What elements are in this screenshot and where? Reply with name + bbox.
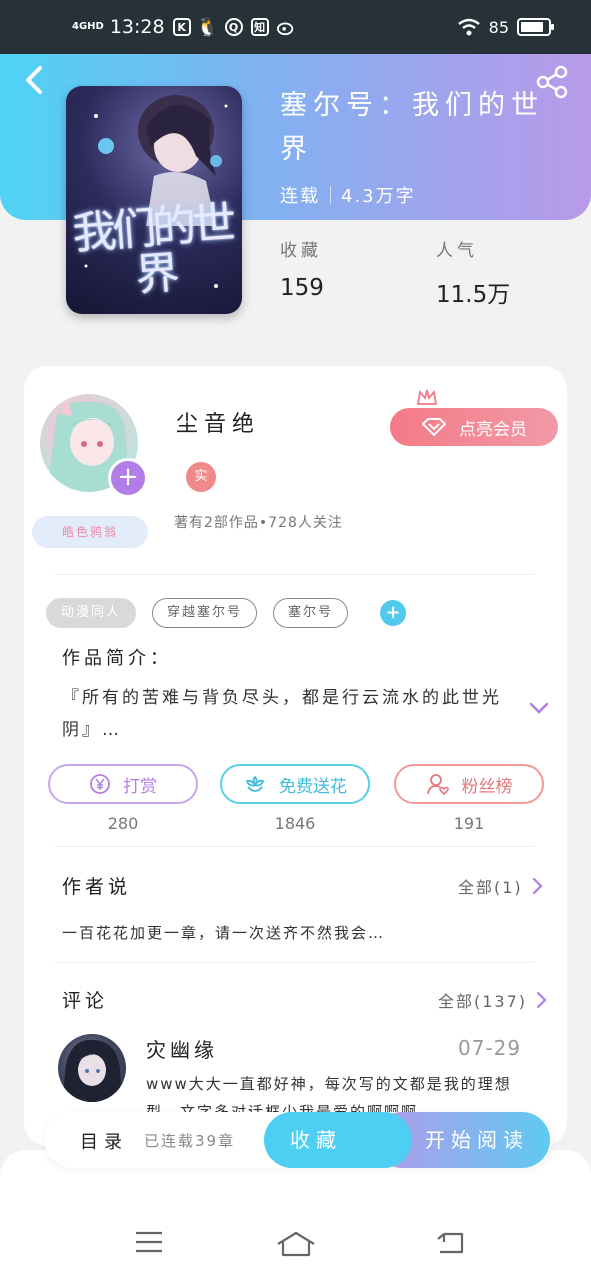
crown-icon	[416, 389, 438, 405]
stat-popularity: 人气 11.5万	[436, 241, 511, 308]
tag-item[interactable]: 动漫同人	[46, 598, 137, 628]
notification-icon-q: Q	[224, 18, 243, 36]
comment-date: 07-29	[458, 1036, 522, 1060]
avatar-frame-badge: 皓色鸦翁	[32, 516, 148, 548]
chevron-right-icon	[536, 991, 547, 1009]
reward-count: 280	[107, 814, 139, 833]
reward-button[interactable]: 打赏 280	[48, 764, 198, 833]
word-count: 4.3万字	[341, 186, 416, 207]
divider	[54, 846, 534, 847]
wifi-icon	[457, 18, 480, 36]
author-summary: 著有2部作品•728人关注	[174, 515, 343, 531]
verified-badge: 实	[186, 462, 216, 492]
home-icon[interactable]	[276, 1230, 316, 1258]
commenter-avatar[interactable]	[58, 1034, 126, 1102]
add-to-shelf-button[interactable]: 收藏	[264, 1112, 412, 1168]
yen-coin-icon	[90, 774, 110, 794]
chapter-status: 已连载39章	[144, 1132, 236, 1150]
stat-favorites: 收藏 159	[280, 241, 324, 301]
system-nav-bar	[0, 1200, 591, 1280]
add-tag-button[interactable]: +	[380, 600, 407, 626]
fans-ranking-button[interactable]: 粉丝榜 191	[394, 764, 544, 833]
back-icon[interactable]	[22, 64, 48, 96]
chevron-down-icon[interactable]	[528, 700, 550, 716]
clock: 13:28	[109, 16, 165, 38]
intro-text: 『所有的苦难与背负尽头，都是行云流水的此世光阴』…	[62, 688, 502, 740]
send-flower-button[interactable]: 免费送花 1846	[220, 764, 370, 833]
flower-icon	[245, 775, 265, 792]
chevron-right-icon	[532, 877, 543, 895]
status-bar: 4GHD 13:28 K 🐧 Q 知 85	[0, 0, 591, 54]
tag-item[interactable]: 穿越塞尔号	[152, 598, 258, 628]
vip-button[interactable]: 点亮会员	[390, 408, 558, 446]
cover-title: 我们的世界	[70, 197, 234, 302]
battery-percent: 85	[488, 17, 509, 37]
book-status: 连载	[280, 186, 320, 207]
user-heart-icon	[426, 774, 449, 796]
battery-icon	[517, 18, 554, 36]
weibo-icon	[276, 18, 295, 36]
vip-button-label: 点亮会员	[459, 419, 527, 440]
divider	[54, 962, 534, 963]
author-says-more[interactable]: 全部(1)	[458, 874, 543, 898]
fans-count: 191	[453, 814, 485, 833]
meta-separator	[330, 186, 331, 204]
comments-more[interactable]: 全部(137)	[438, 988, 547, 1012]
fans-ranking-label: 粉丝榜	[461, 776, 513, 797]
send-flower-label: 免费送花	[279, 776, 347, 797]
menu-icon[interactable]	[134, 1230, 164, 1254]
intro-label: 作品简介：	[62, 648, 172, 669]
notification-icon-zhi: 知	[250, 18, 269, 36]
notification-icon-qq: 🐧	[196, 16, 219, 38]
book-title: 塞尔号：我们的世界	[280, 90, 544, 165]
diamond-icon	[421, 418, 447, 437]
tag-item[interactable]: 塞尔号	[273, 598, 349, 628]
author-says-text[interactable]: 一百花花加更一章，请一次送齐不然我会…	[62, 922, 385, 943]
follow-author-button[interactable]: +	[108, 458, 148, 498]
author-name[interactable]: 尘音绝	[176, 406, 260, 438]
comment-text[interactable]: www大大一直都好神，每次写的文都是我的理想型，文字多对话框少我最爱的啊啊啊…	[146, 1070, 526, 1116]
reward-label: 打赏	[123, 776, 157, 797]
notification-icon-k: K	[172, 18, 191, 36]
book-cover[interactable]: 我们的世界	[66, 86, 242, 314]
system-back-icon[interactable]	[434, 1230, 466, 1256]
flower-count: 1846	[274, 814, 316, 833]
commenter-name: 灾幽缘	[146, 1038, 218, 1062]
catalog-button[interactable]: 目录	[80, 1128, 128, 1154]
tag-list: 动漫同人 穿越塞尔号 塞尔号 +	[46, 598, 407, 628]
divider	[54, 574, 534, 575]
network-indicator: 4GHD	[72, 21, 104, 32]
comments-title: 评论	[62, 990, 109, 1012]
author-says-title: 作者说	[62, 876, 132, 898]
